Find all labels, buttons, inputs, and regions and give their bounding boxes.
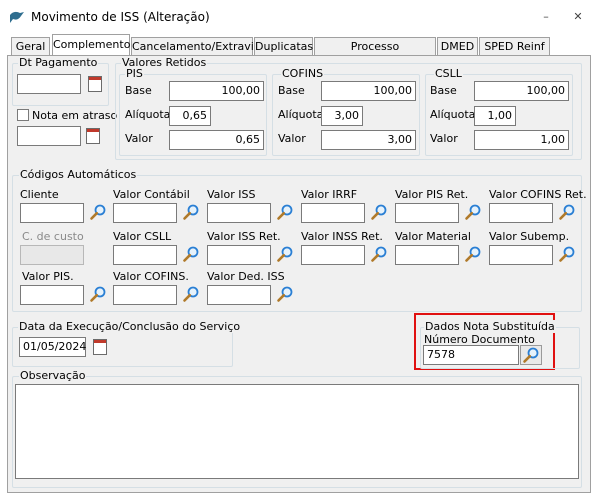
valor-material-input[interactable]	[395, 245, 459, 265]
valor-subemp-input[interactable]	[489, 245, 553, 265]
valor-pis-label: Valor PIS.	[22, 270, 74, 283]
pis-label: PIS	[125, 67, 144, 80]
centro-custo-label: C. de custo	[22, 230, 84, 243]
cliente-input[interactable]	[20, 203, 84, 223]
app-icon	[10, 11, 24, 23]
valor-cofins-label: Valor COFINS.	[113, 270, 189, 283]
search-icon[interactable]	[276, 285, 294, 303]
cofins-base-input[interactable]: 100,00	[321, 81, 416, 101]
tab-geral[interactable]: Geral	[11, 37, 50, 55]
search-icon[interactable]	[182, 203, 200, 221]
data-execucao-input[interactable]: 01/05/2024	[19, 337, 86, 357]
valor-material-label: Valor Material	[395, 230, 471, 243]
search-icon[interactable]	[558, 245, 576, 263]
nota-substituida-label: Dados Nota Substituída	[424, 320, 556, 333]
valor-cofins-ret-input[interactable]	[489, 203, 553, 223]
search-icon[interactable]	[370, 245, 388, 263]
tab-duplicatas[interactable]: Duplicatas	[254, 37, 313, 55]
search-document-button[interactable]	[520, 345, 542, 365]
valor-cofins-ret-label: Valor COFINS Ret.	[489, 188, 587, 201]
pis-aliquota-label: Alíquota	[125, 108, 171, 121]
search-icon	[523, 347, 539, 363]
cofins-valor-input[interactable]: 3,00	[321, 130, 416, 150]
numero-documento-input[interactable]: 7578	[423, 345, 519, 365]
csll-base-label: Base	[430, 84, 457, 97]
valor-contabil-label: Valor Contábil	[113, 188, 190, 201]
cofins-base-label: Base	[278, 84, 305, 97]
valor-irrf-input[interactable]	[301, 203, 365, 223]
tab-sped-reinf[interactable]: SPED Reinf	[479, 37, 550, 55]
valor-csll-label: Valor CSLL	[113, 230, 172, 243]
valor-iss-label: Valor ISS	[207, 188, 256, 201]
valor-ded-iss-label: Valor Ded. ISS	[207, 270, 285, 283]
valor-iss-input[interactable]	[207, 203, 271, 223]
tab-processo-referenciado[interactable]: Processo Referenciado	[314, 37, 436, 71]
csll-aliquota-label: Alíquota	[430, 108, 476, 121]
pis-base-label: Base	[125, 84, 152, 97]
valor-pis-ret-label: Valor PIS Ret.	[395, 188, 469, 201]
dt-pagamento-label: Dt Pagamento	[18, 56, 99, 69]
search-icon[interactable]	[182, 285, 200, 303]
pis-valor-input[interactable]: 0,65	[169, 130, 264, 150]
search-icon[interactable]	[89, 285, 107, 303]
valor-pis-ret-input[interactable]	[395, 203, 459, 223]
observacao-textarea[interactable]	[15, 384, 579, 479]
nota-em-atraso-label: Nota em atraso	[32, 109, 118, 122]
pis-valor-label: Valor	[125, 132, 153, 145]
nota-em-atraso-input[interactable]	[17, 126, 81, 146]
cofins-aliquota-input[interactable]: 3,00	[321, 106, 363, 126]
observacao-label: Observação	[19, 369, 87, 382]
valor-iss-ret-input[interactable]	[207, 245, 271, 265]
tab-complemento[interactable]: Complemento	[52, 34, 130, 56]
dt-pagamento-input[interactable]	[17, 74, 81, 94]
csll-valor-input[interactable]: 1,00	[474, 130, 569, 150]
cofins-label: COFINS	[281, 67, 325, 80]
search-icon[interactable]	[182, 245, 200, 263]
calendar-icon[interactable]	[93, 339, 107, 355]
search-icon[interactable]	[464, 203, 482, 221]
cliente-label: Cliente	[20, 188, 59, 201]
valor-subemp-label: Valor Subemp.	[489, 230, 570, 243]
csll-label: CSLL	[434, 67, 463, 80]
search-icon[interactable]	[370, 203, 388, 221]
csll-valor-label: Valor	[430, 132, 458, 145]
search-icon[interactable]	[276, 203, 294, 221]
codigos-automaticos-label: Códigos Automáticos	[19, 168, 138, 181]
valor-pis-input[interactable]	[20, 285, 84, 305]
csll-aliquota-input[interactable]: 1,00	[474, 106, 516, 126]
valor-contabil-input[interactable]	[113, 203, 177, 223]
calendar-icon[interactable]	[86, 128, 100, 144]
window-title: Movimento de ISS (Alteração)	[31, 10, 210, 24]
data-execucao-label: Data da Execução/Conclusão do Serviço	[18, 320, 242, 333]
valor-csll-input[interactable]	[113, 245, 177, 265]
search-icon[interactable]	[89, 203, 107, 221]
search-icon[interactable]	[276, 245, 294, 263]
tab-cancelamento[interactable]: Cancelamento/Extravio	[131, 37, 261, 55]
tab-dmed[interactable]: DMED	[437, 37, 478, 55]
csll-base-input[interactable]: 100,00	[474, 81, 569, 101]
calendar-icon[interactable]	[88, 76, 102, 92]
valor-inss-ret-label: Valor INSS Ret.	[301, 230, 383, 243]
centro-custo-input	[20, 245, 84, 265]
pis-aliquota-input[interactable]: 0,65	[169, 106, 211, 126]
valor-ded-iss-input[interactable]	[207, 285, 271, 305]
valor-irrf-label: Valor IRRF	[301, 188, 358, 201]
valor-cofins-input[interactable]	[113, 285, 177, 305]
pis-base-input[interactable]: 100,00	[169, 81, 264, 101]
close-button[interactable]: ✕	[570, 9, 586, 25]
cofins-aliquota-label: Alíquota	[278, 108, 324, 121]
valor-inss-ret-input[interactable]	[301, 245, 365, 265]
valor-iss-ret-label: Valor ISS Ret.	[207, 230, 281, 243]
cofins-valor-label: Valor	[278, 132, 306, 145]
search-icon[interactable]	[558, 203, 576, 221]
search-icon[interactable]	[464, 245, 482, 263]
minimize-button[interactable]: –	[538, 9, 554, 25]
nota-em-atraso-checkbox[interactable]	[17, 109, 29, 121]
